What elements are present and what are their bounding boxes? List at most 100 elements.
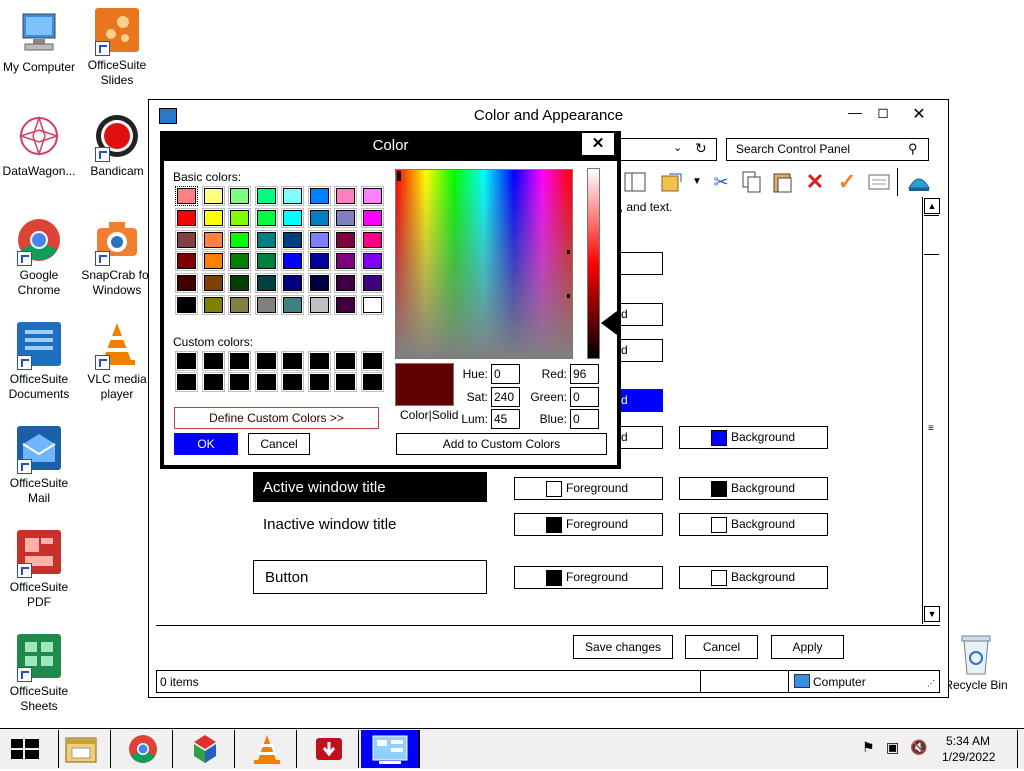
custom-color-swatch[interactable] <box>360 351 384 371</box>
luminance-arrow-icon[interactable] <box>601 311 617 335</box>
basic-color-swatch[interactable] <box>307 273 331 294</box>
custom-color-swatch[interactable] <box>201 372 225 392</box>
basic-color-swatch[interactable] <box>201 207 225 228</box>
basic-color-swatch[interactable] <box>334 229 357 250</box>
volume-muted-icon[interactable]: 🔇 <box>910 739 927 756</box>
basic-color-swatch[interactable] <box>307 229 331 250</box>
partial-field-selected[interactable]: d <box>614 389 663 412</box>
basic-color-swatch[interactable] <box>228 251 251 272</box>
save-changes-button[interactable]: Save changes <box>573 635 673 659</box>
custom-color-swatch[interactable] <box>334 372 357 392</box>
basic-color-swatch[interactable] <box>254 186 278 206</box>
basic-color-swatch[interactable] <box>360 251 384 272</box>
basic-color-swatch[interactable] <box>307 295 331 315</box>
copy-icon[interactable] <box>739 170 763 194</box>
basic-color-swatch[interactable] <box>254 251 278 272</box>
basic-color-swatch[interactable] <box>228 273 251 294</box>
desktop-icon-datawagon[interactable]: DataWagon... <box>0 112 78 179</box>
basic-color-swatch[interactable] <box>201 295 225 315</box>
basic-color-swatch[interactable] <box>201 186 225 206</box>
basic-color-swatch[interactable] <box>281 229 304 250</box>
upper-background-button[interactable]: Background <box>679 426 828 449</box>
basic-color-swatch[interactable] <box>175 251 198 272</box>
button-background-button[interactable]: Background <box>679 566 828 589</box>
network-icon[interactable]: ▣ <box>886 739 899 756</box>
basic-color-swatch[interactable] <box>228 207 251 228</box>
custom-color-swatch[interactable] <box>228 372 251 392</box>
color-spectrum[interactable] <box>395 169 573 359</box>
basic-color-swatch[interactable] <box>254 295 278 315</box>
inactive-title-background-button[interactable]: Background <box>679 513 828 536</box>
partial-field-1[interactable] <box>614 252 663 275</box>
basic-color-swatch[interactable] <box>281 295 304 315</box>
basic-color-swatch[interactable] <box>228 229 251 250</box>
partial-field-4[interactable]: d <box>614 426 663 449</box>
basic-color-swatch[interactable] <box>175 207 198 228</box>
basic-color-swatch[interactable] <box>175 229 198 250</box>
action-center-icon[interactable]: ⚑ <box>862 739 875 756</box>
basic-color-swatch[interactable] <box>307 251 331 272</box>
desktop-icon-officesuite-mail[interactable]: OfficeSuite Mail <box>0 424 78 506</box>
basic-color-swatch[interactable] <box>360 229 384 250</box>
cancel-button[interactable]: Cancel <box>248 433 310 455</box>
desktop-icon-snapcrab[interactable]: SnapCrab for Windows <box>78 216 156 298</box>
desktop-icon-my-computer[interactable]: My Computer <box>0 8 78 75</box>
start-button[interactable] <box>0 730 59 768</box>
desktop-icon-officesuite-pdf[interactable]: OfficeSuite PDF <box>0 528 78 610</box>
basic-color-swatch[interactable] <box>360 295 384 315</box>
properties-check-icon[interactable]: ✓ <box>835 170 859 194</box>
clock-date[interactable]: 1/29/2022 <box>942 750 995 764</box>
basic-color-swatch[interactable] <box>254 273 278 294</box>
basic-color-swatch[interactable] <box>254 207 278 228</box>
desktop-icon-officesuite-sheets[interactable]: OfficeSuite Sheets <box>0 632 78 714</box>
basic-color-swatch[interactable] <box>201 273 225 294</box>
active-window-title-preview[interactable]: Active window title <box>253 472 487 502</box>
custom-color-swatch[interactable] <box>175 372 198 392</box>
custom-color-swatch[interactable] <box>334 351 357 371</box>
active-title-foreground-button[interactable]: Foreground <box>514 477 663 500</box>
desktop-icon-google-chrome[interactable]: Google Chrome <box>0 216 78 298</box>
inactive-title-foreground-button[interactable]: Foreground <box>514 513 663 536</box>
desktop-icon-officesuite-documents[interactable]: OfficeSuite Documents <box>0 320 78 402</box>
basic-color-swatch[interactable] <box>360 207 384 228</box>
taskbar-officesuite[interactable] <box>176 730 235 768</box>
basic-color-swatch[interactable] <box>334 273 357 294</box>
taskbar-downloader[interactable] <box>300 730 359 768</box>
scroll-thumb[interactable] <box>924 215 939 255</box>
taskbar-file-explorer[interactable] <box>52 730 111 768</box>
basic-color-swatch[interactable] <box>175 186 198 206</box>
basic-color-swatch[interactable] <box>334 295 357 315</box>
custom-color-swatch[interactable] <box>254 351 278 371</box>
basic-color-swatch[interactable] <box>281 186 304 206</box>
toolbar-dropdown-icon[interactable]: ▼ <box>685 170 709 194</box>
maximize-button[interactable]: ◻ <box>869 104 897 121</box>
custom-color-swatch[interactable] <box>307 351 331 371</box>
basic-color-swatch[interactable] <box>281 273 304 294</box>
taskbar-control-panel[interactable] <box>361 730 420 768</box>
color-dialog-close-button[interactable]: ✕ <box>582 133 614 155</box>
luminance-slider[interactable] <box>587 168 600 359</box>
basic-color-swatch[interactable] <box>228 295 251 315</box>
basic-color-swatch[interactable] <box>228 186 251 206</box>
folder-check-icon[interactable] <box>659 170 683 194</box>
red-input[interactable]: 96 <box>570 364 599 384</box>
custom-color-swatch[interactable] <box>228 351 251 371</box>
inactive-window-title-preview[interactable]: Inactive window title <box>253 510 487 540</box>
view-icon[interactable] <box>867 170 891 194</box>
custom-color-swatch[interactable] <box>254 372 278 392</box>
add-to-custom-colors-button[interactable]: Add to Custom Colors <box>396 433 607 455</box>
basic-color-swatch[interactable] <box>307 207 331 228</box>
panel-layout-icon[interactable] <box>623 170 647 194</box>
desktop-icon-vlc[interactable]: VLC media player <box>78 320 156 402</box>
blue-input[interactable]: 0 <box>570 409 599 429</box>
basic-color-swatch[interactable] <box>334 186 357 206</box>
basic-color-swatch[interactable] <box>307 186 331 206</box>
resize-grip-icon[interactable]: ⋰ <box>927 679 935 688</box>
delete-icon[interactable]: ✕ <box>803 170 827 194</box>
active-title-background-button[interactable]: Background <box>679 477 828 500</box>
scroll-down-icon[interactable]: ▼ <box>924 606 940 622</box>
close-button[interactable]: ✕ <box>905 104 933 124</box>
custom-color-swatch[interactable] <box>360 372 384 392</box>
basic-color-swatch[interactable] <box>201 251 225 272</box>
show-desktop-button[interactable] <box>1017 730 1024 768</box>
